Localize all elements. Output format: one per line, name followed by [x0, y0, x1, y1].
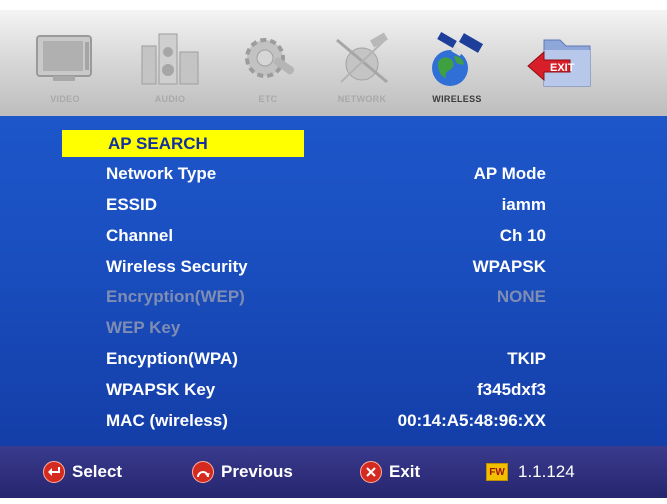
gear-icon [245, 38, 295, 78]
previous-label: Previous [221, 462, 293, 481]
menu-label-video: VIDEO [50, 94, 80, 104]
setting-value: f345dxf3 [477, 380, 546, 399]
exit-label: Exit [389, 462, 421, 481]
menu-label-audio: AUDIO [154, 94, 186, 104]
setting-row-essid[interactable]: ESSID iamm [106, 192, 546, 220]
svg-text:EXIT: EXIT [550, 62, 575, 74]
menu-item-exit[interactable]: EXIT [520, 10, 600, 116]
setting-row-channel[interactable]: Channel Ch 10 [106, 223, 546, 251]
setting-row-ap-search[interactable]: AP SEARCH [62, 130, 546, 158]
menu-item-wireless[interactable]: WIRELESS [417, 10, 497, 116]
select-hint[interactable]: Select [43, 459, 122, 485]
speaker-icon [141, 33, 199, 85]
satellite-network-icon [336, 32, 388, 84]
select-label: Select [72, 462, 123, 481]
setting-label: MAC (wireless) [106, 411, 228, 430]
setting-label: WEP Key [106, 318, 181, 337]
setting-row-wpapsk-key[interactable]: WPAPSK Key f345dxf3 [106, 377, 546, 405]
menu-item-network[interactable]: NETWORK [322, 10, 402, 116]
remote-help-bar: Select Previous Exit FW 1.1.124 [0, 446, 667, 498]
firmware-badge: FW [486, 463, 508, 481]
previous-hint[interactable]: Previous [192, 459, 293, 485]
satellite-earth-icon [432, 32, 484, 86]
setting-value: iamm [501, 195, 546, 214]
menu-label-network: NETWORK [337, 94, 387, 104]
setting-value: NONE [496, 287, 546, 306]
exit-x-icon [360, 461, 382, 483]
setting-value: WPAPSK [472, 257, 546, 276]
setting-row-wep-key: WEP Key [106, 315, 546, 343]
menu-label-wireless: WIRELESS [432, 94, 482, 104]
setting-row-encryption-wpa[interactable]: Encyption(WPA) TKIP [106, 346, 546, 374]
setting-row-mac-wireless[interactable]: MAC (wireless) 00:14:A5:48:96:XX [106, 408, 546, 436]
menu-item-audio[interactable]: AUDIO [130, 10, 210, 116]
firmware-version: 1.1.124 [518, 462, 575, 481]
setting-label: Encryption(WEP) [106, 287, 245, 306]
setting-row-encryption-wep: Encryption(WEP) NONE [106, 284, 546, 312]
setting-row-network-type[interactable]: Network Type AP Mode [106, 161, 546, 189]
menu-item-video[interactable]: VIDEO [25, 10, 105, 116]
menu-item-etc[interactable]: ETC [228, 10, 308, 116]
setting-label: ESSID [106, 195, 158, 214]
setting-value: TKIP [507, 349, 546, 368]
setting-value: Ch 10 [499, 226, 546, 245]
setting-label: AP SEARCH [62, 130, 304, 157]
setting-value: 00:14:A5:48:96:XX [397, 411, 546, 430]
setting-label: Channel [106, 226, 174, 245]
setting-label: Wireless Security [106, 257, 248, 276]
category-menu-bar: VIDEO AUDIO ETC NETWORK WIRELESS EXIT [0, 10, 667, 116]
menu-label-etc: ETC [258, 94, 278, 104]
setup-screen: VIDEO AUDIO ETC NETWORK WIRELESS EXIT AP… [0, 0, 667, 504]
firmware-info: FW 1.1.124 [486, 459, 575, 485]
wireless-settings-panel: AP SEARCH Network Type AP Mode ESSID iam… [0, 116, 667, 446]
enter-arrow-icon [43, 461, 65, 483]
setting-label: Encyption(WPA) [106, 349, 238, 368]
exit-folder-icon: EXIT [527, 39, 591, 87]
setting-row-wireless-security[interactable]: Wireless Security WPAPSK [106, 254, 546, 282]
setting-label: Network Type [106, 164, 217, 183]
exit-hint[interactable]: Exit [360, 459, 420, 485]
setting-label: WPAPSK Key [106, 380, 216, 399]
setting-value: AP Mode [473, 164, 546, 183]
return-arc-icon [192, 461, 214, 483]
tv-icon [36, 35, 92, 81]
